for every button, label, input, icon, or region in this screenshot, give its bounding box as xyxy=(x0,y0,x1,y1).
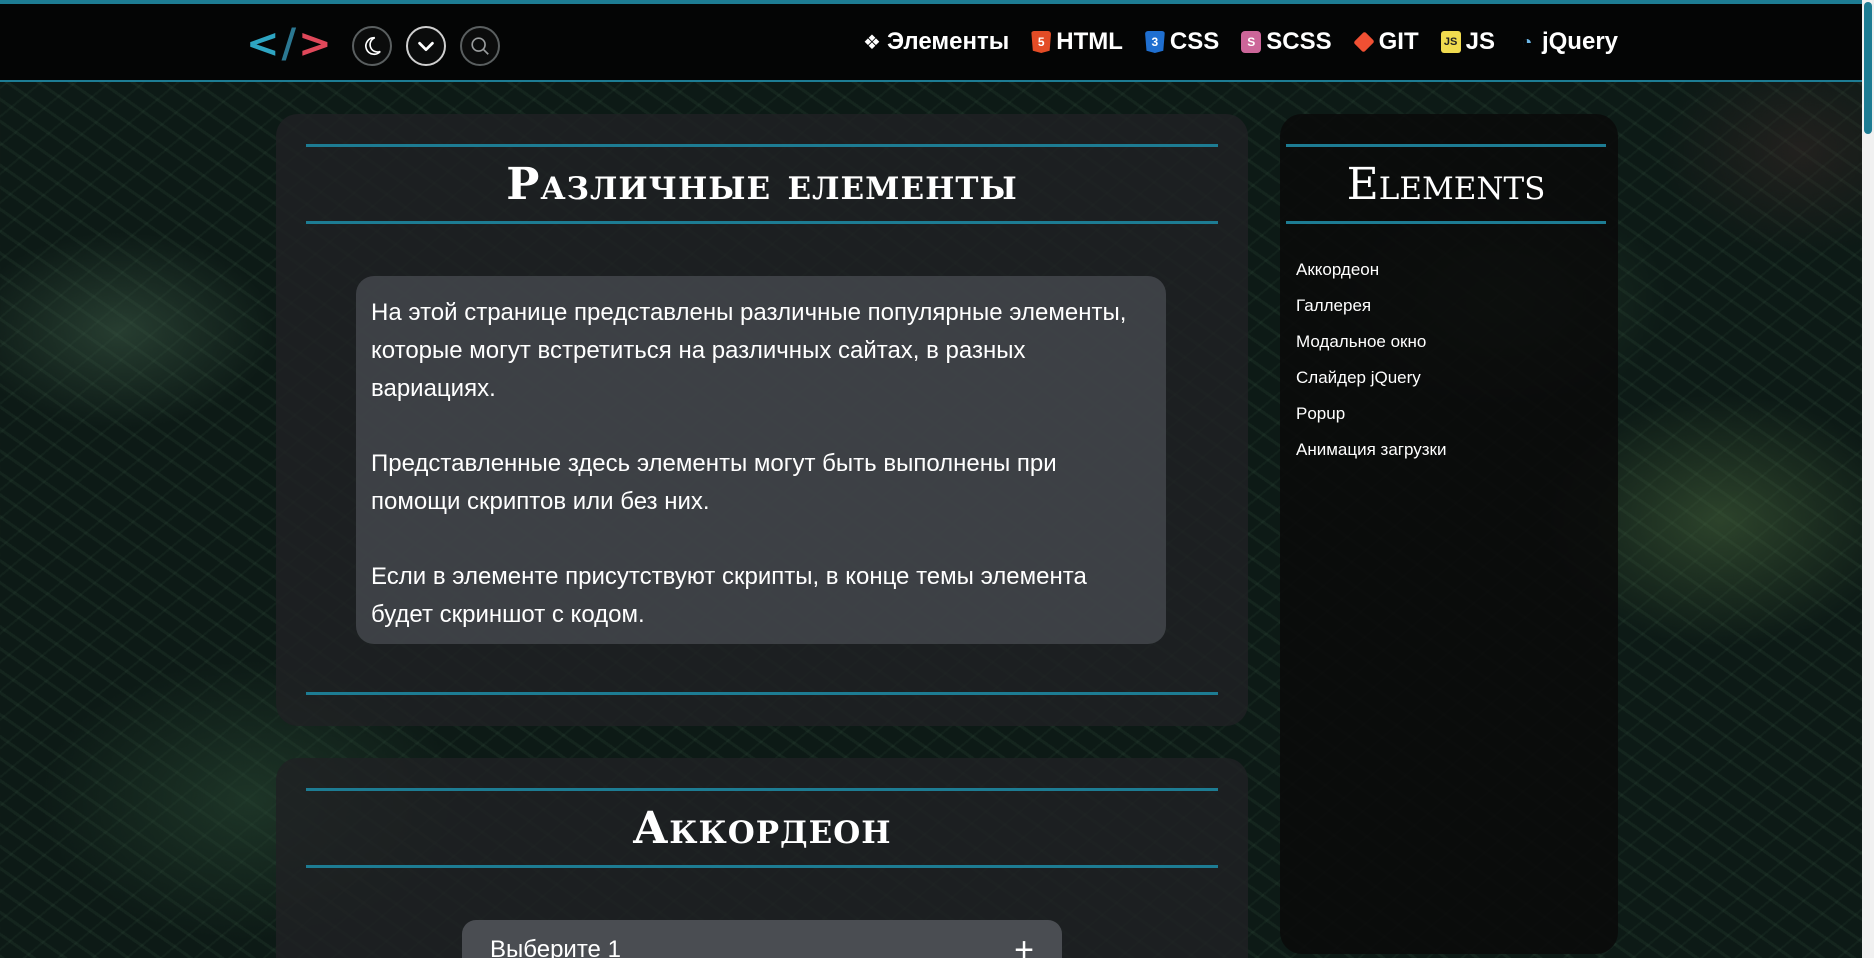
chevron-down-icon xyxy=(418,41,434,52)
page-title: Различные елементы xyxy=(506,158,1018,210)
accordion-item-label: Выберите 1 xyxy=(490,936,621,958)
scrollbar-thumb[interactable] xyxy=(1864,2,1872,134)
sidebar-item-popup[interactable]: Popup xyxy=(1296,396,1446,432)
main-nav: ❖ Элементы 5 HTML 3 CSS S SCSS GIT JS JS… xyxy=(862,28,1618,56)
nav-item-html[interactable]: 5 HTML xyxy=(1031,28,1123,56)
accordion-title-frame: Аккордеон xyxy=(306,788,1218,868)
site-logo[interactable]: </> xyxy=(246,24,334,64)
sidebar-list: Аккордеон Галлерея Модальное окно Слайде… xyxy=(1296,252,1446,468)
nav-item-css[interactable]: 3 CSS xyxy=(1144,28,1220,56)
sass-icon: S xyxy=(1241,31,1262,53)
jquery-icon: ◔ xyxy=(1521,31,1533,52)
sidebar-item-modal[interactable]: Модальное окно xyxy=(1296,324,1446,360)
theme-toggle-button[interactable] xyxy=(352,26,392,66)
logo-gt: > xyxy=(298,21,334,67)
section-title: Аккордеон xyxy=(632,802,892,854)
nav-item-git[interactable]: GIT xyxy=(1352,28,1419,56)
site-header: </> ❖ Элементы 5 HTML 3 CSS S SCSS GIT J… xyxy=(0,0,1862,82)
divider xyxy=(306,692,1218,695)
git-icon xyxy=(1352,31,1375,53)
accordion-card: Аккордеон Выберите 1 + xyxy=(276,758,1248,958)
nav-item-elements[interactable]: ❖ Элементы xyxy=(862,28,1009,56)
menu-toggle-button[interactable] xyxy=(406,26,446,66)
nav-label: HTML xyxy=(1056,28,1123,55)
html5-icon: 5 xyxy=(1031,31,1052,53)
sidebar-item-slider[interactable]: Слайдер jQuery xyxy=(1296,360,1446,396)
nav-item-js[interactable]: JS JS xyxy=(1440,28,1495,56)
nav-label: JS xyxy=(1465,28,1495,55)
nav-label: GIT xyxy=(1378,28,1419,55)
intro-title-frame: Различные елементы xyxy=(306,144,1218,224)
sidebar-title-frame: Elements xyxy=(1286,144,1606,224)
logo-lt: < xyxy=(246,21,282,67)
cubes-icon: ❖ xyxy=(862,31,881,54)
nav-label: CSS xyxy=(1169,28,1220,55)
intro-card: Различные елементы На этой странице пред… xyxy=(276,114,1248,726)
page-scrollbar[interactable] xyxy=(1862,0,1874,958)
nav-label: SCSS xyxy=(1266,28,1332,55)
intro-paragraph: Представленные здесь элементы могут быть… xyxy=(371,450,1057,515)
nav-label: jQuery xyxy=(1541,28,1618,55)
sidebar-title: Elements xyxy=(1346,158,1546,210)
sidebar-item-accordion[interactable]: Аккордеон xyxy=(1296,252,1446,288)
nav-item-scss[interactable]: S SCSS xyxy=(1241,28,1332,56)
intro-text-box: На этой странице представлены различные … xyxy=(356,276,1166,644)
css3-icon: 3 xyxy=(1144,31,1165,53)
search-button[interactable] xyxy=(460,26,500,66)
search-icon xyxy=(471,37,489,55)
sidebar-item-gallery[interactable]: Галлерея xyxy=(1296,288,1446,324)
intro-paragraph: На этой странице представлены различные … xyxy=(371,299,1127,402)
intro-paragraph: Если в элементе присутствуют скрипты, в … xyxy=(371,563,1087,628)
nav-label: Элементы xyxy=(886,28,1010,55)
sidebar-item-loading[interactable]: Анимация загрузки xyxy=(1296,432,1446,468)
logo-slash: / xyxy=(281,21,299,67)
nav-item-jquery[interactable]: ◔ jQuery xyxy=(1517,28,1618,56)
sidebar: Elements Аккордеон Галлерея Модальное ок… xyxy=(1280,114,1618,954)
accordion-item[interactable]: Выберите 1 + xyxy=(462,920,1062,958)
plus-icon[interactable]: + xyxy=(1014,933,1034,958)
moon-icon xyxy=(365,36,381,56)
js-icon: JS xyxy=(1440,31,1461,53)
